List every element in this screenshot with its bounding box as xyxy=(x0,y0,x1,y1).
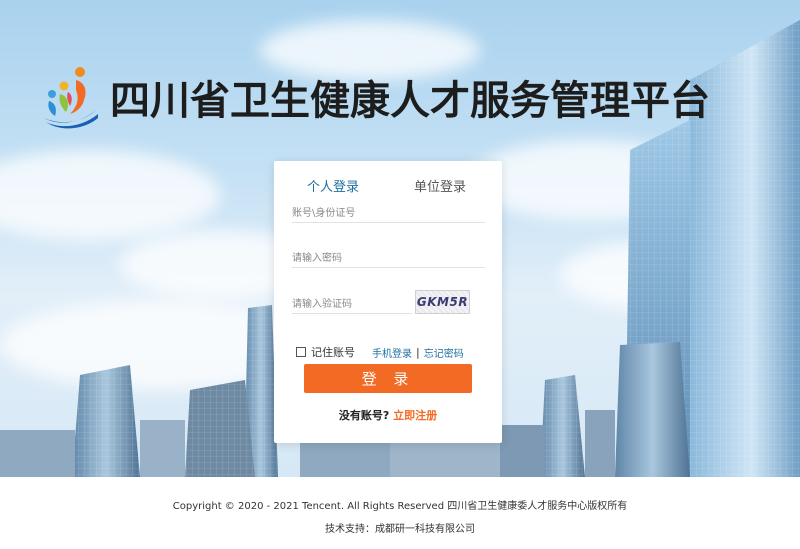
captcha-image[interactable]: GKM5R xyxy=(415,290,470,314)
tech-support-text: 技术支持：成都研一科技有限公司 xyxy=(325,524,475,535)
captcha-input[interactable] xyxy=(292,294,412,315)
footer: Copyright © 2020 - 2021 Tencent. All Rig… xyxy=(0,477,800,549)
register-prompt: 没有账号? 立即注册 xyxy=(274,407,502,423)
login-tabs: 个人登录 单位登录 xyxy=(274,176,502,196)
remember-label: 记住账号 xyxy=(311,346,355,359)
register-link[interactable]: 立即注册 xyxy=(393,409,437,422)
link-separator: | xyxy=(416,346,420,359)
site-title: 四川省卫生健康人才服务管理平台 xyxy=(110,78,710,124)
password-field-wrapper xyxy=(292,246,485,269)
login-links: 手机登录 | 忘记密码 xyxy=(372,345,464,360)
copyright-text: Copyright © 2020 - 2021 Tencent. All Rig… xyxy=(172,501,628,512)
no-account-text: 没有账号? xyxy=(338,409,390,422)
site-header: 四川省卫生健康人才服务管理平台 xyxy=(40,62,710,132)
forgot-password-link[interactable]: 忘记密码 xyxy=(424,345,464,360)
people-logo-icon xyxy=(40,64,100,130)
login-button[interactable]: 登 录 xyxy=(304,364,472,393)
captcha-field-wrapper xyxy=(292,292,412,315)
remember-account[interactable]: 记住账号 xyxy=(296,344,355,360)
password-input[interactable] xyxy=(292,248,485,269)
account-input[interactable] xyxy=(292,203,485,224)
remember-checkbox[interactable] xyxy=(296,347,306,357)
tab-organization-login[interactable]: 单位登录 xyxy=(414,176,466,195)
login-card: 个人登录 单位登录 GKM5R 记住账号 手机登录 | 忘记密码 登 录 没有账… xyxy=(274,161,502,443)
tab-personal-login[interactable]: 个人登录 xyxy=(307,176,359,195)
account-field-wrapper xyxy=(292,201,485,224)
phone-login-link[interactable]: 手机登录 xyxy=(372,345,412,360)
